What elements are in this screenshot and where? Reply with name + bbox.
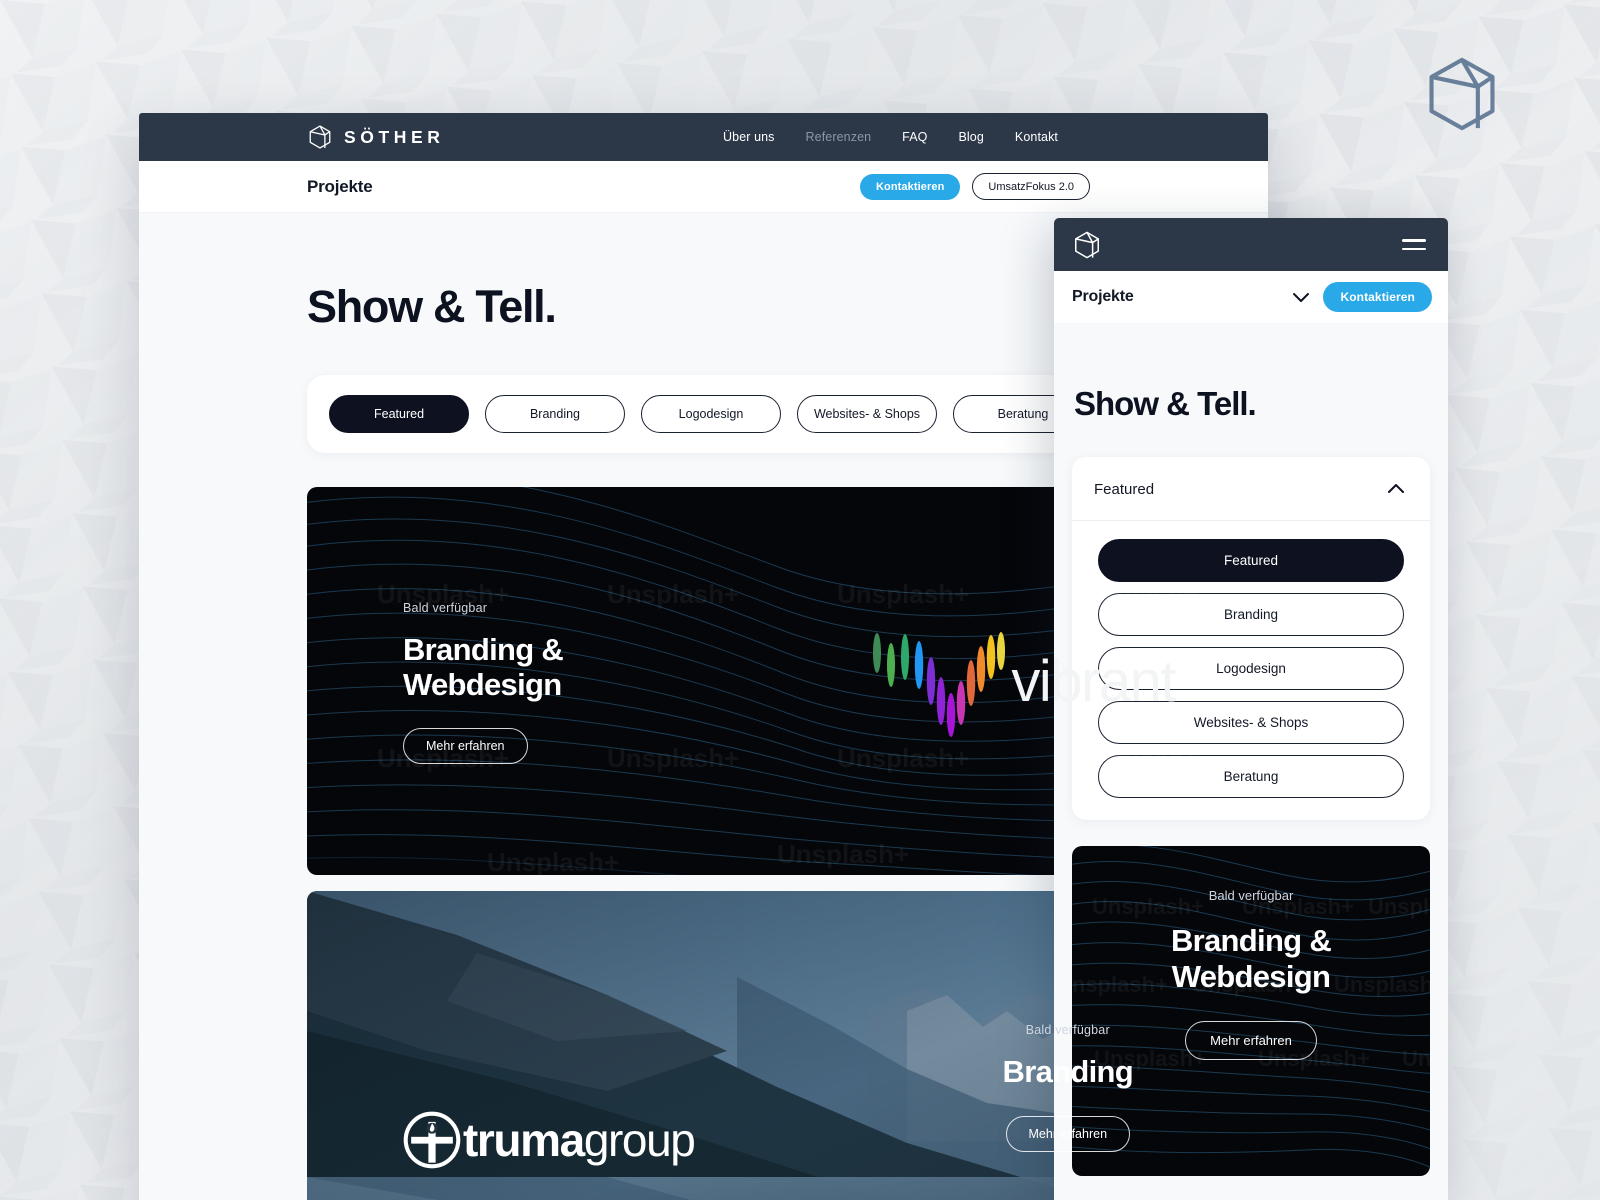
hamburger-icon[interactable] xyxy=(1402,239,1426,250)
truma-brand-logo: trumagroup xyxy=(403,1111,696,1169)
chevron-down-icon[interactable] xyxy=(1289,285,1313,309)
filter-chip-websites-shops[interactable]: Websites- & Shops xyxy=(797,395,937,433)
image-watermark: Unsplash+ xyxy=(607,579,740,609)
truma-wordmark-light: group xyxy=(583,1114,696,1166)
image-watermark: Unsplash+ xyxy=(487,847,620,875)
hamburger-bar xyxy=(1402,239,1426,242)
mobile-hero-title: Show & Tell. xyxy=(1074,385,1257,422)
mobile-top-bar xyxy=(1054,218,1448,271)
nav-links: Über uns Referenzen FAQ Blog Kontakt xyxy=(723,130,1058,144)
hamburger-bar xyxy=(1402,247,1426,250)
nav-link-blog[interactable]: Blog xyxy=(958,130,983,144)
filter-chip-logodesign[interactable]: Logodesign xyxy=(641,395,781,433)
cube-logo-icon[interactable] xyxy=(1072,230,1102,260)
mobile-project-card[interactable]: Unsplash+ Unsplash+ Unsplash+ Unsplash+ … xyxy=(1072,846,1430,1176)
vibrant-wordmark: vibrant xyxy=(1011,648,1176,714)
brand-logo[interactable]: SÖTHER xyxy=(307,124,445,150)
image-watermark: Unsplash+ xyxy=(837,743,970,773)
image-watermark: Unsplash+ xyxy=(837,579,970,609)
image-watermark: Unsplash+ xyxy=(1067,579,1200,609)
card-heading-line2: Webdesign xyxy=(403,666,562,702)
subbar-actions: Kontaktieren UmsatzFokus 2.0 xyxy=(859,173,1090,200)
truma-emblem-icon xyxy=(403,1111,461,1169)
truma-wordmark: trumagroup xyxy=(463,1113,696,1167)
cube-logo-icon xyxy=(1429,57,1495,131)
desktop-top-navigation: SÖTHER Über uns Referenzen FAQ Blog Kont… xyxy=(139,113,1268,161)
mobile-card-heading: Branding & Webdesign xyxy=(1170,923,1332,995)
nav-link-ueber-uns[interactable]: Über uns xyxy=(723,130,775,144)
cube-logo-icon xyxy=(309,125,331,149)
filter-chip-branding[interactable]: Branding xyxy=(485,395,625,433)
image-watermark: Unsplash+ xyxy=(777,839,910,869)
mobile-card-heading-line1: Branding & xyxy=(1170,923,1332,958)
umsatzfokus-button[interactable]: UmsatzFokus 2.0 xyxy=(972,173,1090,200)
card-heading-line1: Branding & xyxy=(403,632,564,667)
chevron-up-icon[interactable] xyxy=(1384,477,1408,501)
card-copy-block: Bald verfügbar Branding & Webdesign Mehr… xyxy=(403,601,564,765)
image-watermark: Unsplash+ xyxy=(607,743,740,773)
image-watermark: Unsplash+ xyxy=(1067,743,1200,773)
nav-link-kontakt[interactable]: Kontakt xyxy=(1015,130,1058,144)
mobile-sub-bar: Projekte Kontaktieren xyxy=(1054,271,1448,323)
nav-link-faq[interactable]: FAQ xyxy=(902,130,927,144)
accordion-header[interactable]: Featured xyxy=(1072,457,1430,521)
mobile-card-copy: Bald verfügbar Branding & Webdesign Mehr… xyxy=(1072,846,1430,1176)
mobile-kontaktieren-button[interactable]: Kontaktieren xyxy=(1323,282,1432,312)
desktop-sub-bar: Projekte Kontaktieren UmsatzFokus 2.0 xyxy=(139,161,1268,213)
accordion-header-label: Featured xyxy=(1094,480,1155,498)
mobile-page-title: Projekte xyxy=(1072,288,1134,305)
mehr-erfahren-button[interactable]: Mehr erfahren xyxy=(403,728,528,765)
mobile-card-heading-line2: Webdesign xyxy=(1171,958,1331,994)
mobile-mehr-erfahren-button[interactable]: Mehr erfahren xyxy=(1185,1020,1317,1060)
brand-wordmark: SÖTHER xyxy=(344,126,445,147)
mobile-filter-featured[interactable]: Featured xyxy=(1098,539,1404,582)
card-eyebrow: Bald verfügbar xyxy=(403,601,488,615)
vibrant-brand-logo: vibrant xyxy=(865,621,1176,741)
truma-wordmark-bold: truma xyxy=(463,1114,585,1166)
nav-link-referenzen[interactable]: Referenzen xyxy=(806,130,872,144)
vibrant-blades-icon xyxy=(873,632,1006,737)
card-heading: Branding & Webdesign xyxy=(403,632,564,702)
kontaktieren-button[interactable]: Kontaktieren xyxy=(859,173,961,200)
mobile-card-eyebrow: Bald verfügbar xyxy=(1208,888,1294,903)
filter-chip-featured[interactable]: Featured xyxy=(329,395,469,433)
page-title: Projekte xyxy=(307,176,373,196)
